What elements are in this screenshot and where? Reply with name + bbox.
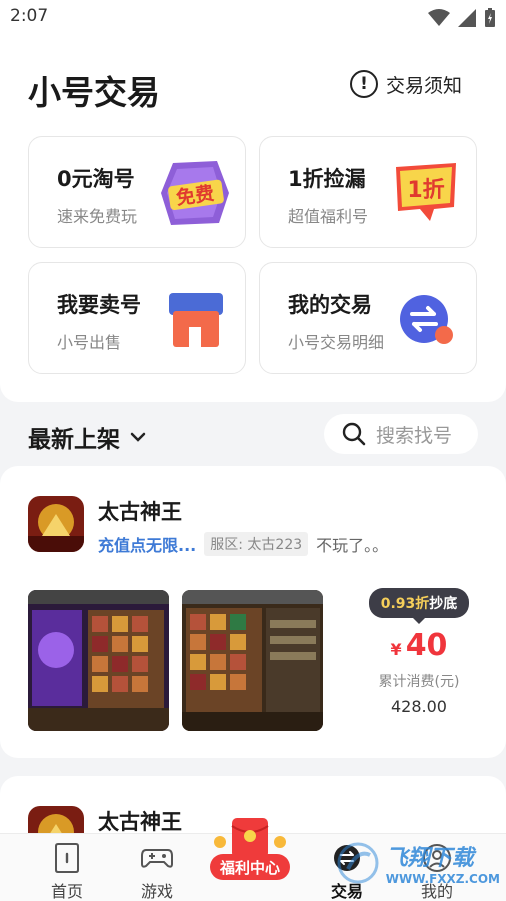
- sort-label: 最新上架: [28, 427, 120, 453]
- watermark-brand: 飞翔下载: [385, 846, 474, 871]
- gamepad-icon: [141, 849, 173, 868]
- screenshot-thumbnail[interactable]: [28, 590, 169, 731]
- tab-home[interactable]: 首页: [27, 838, 107, 901]
- search-placeholder: 搜索找号: [376, 424, 453, 447]
- status-icons: [428, 8, 496, 28]
- tab-games[interactable]: 游戏: [117, 838, 197, 901]
- search-input[interactable]: 搜索找号: [324, 414, 478, 454]
- screenshot-thumbnail[interactable]: [182, 590, 323, 731]
- tab-label: 福利中心: [210, 854, 290, 880]
- chevron-down-icon: [130, 432, 146, 442]
- price-area: 0.93折抄底 ¥40 累计消费(元) 428.00: [360, 588, 478, 716]
- tile-title: 我要卖号: [57, 293, 141, 317]
- game-icon: [28, 496, 84, 552]
- svg-text:1折: 1折: [407, 178, 444, 203]
- game-name: 太古神王: [98, 810, 182, 834]
- notice-label: 交易须知: [385, 74, 462, 97]
- watermark: 飞翔下载 WWW.FXXZ.COM: [336, 840, 500, 886]
- spent-value: 428.00: [391, 697, 447, 716]
- listing-card[interactable]: 太古神王 充值点无限... 服区: 太古223 不玩了。。 0.93折抄底 ¥ …: [0, 466, 506, 758]
- tile-discount-account[interactable]: 1折捡漏 超值福利号 1折: [259, 136, 477, 248]
- tile-title: 1折捡漏: [288, 167, 366, 191]
- tile-sell-account[interactable]: 我要卖号 小号出售: [28, 262, 246, 374]
- top-card: 小号交易 ! 交易须知 0元淘号 速来免费玩 免费 1折捡漏 超值福利号 1折 …: [0, 34, 506, 402]
- exclamation-circle-icon: !: [349, 70, 378, 98]
- tab-label: 游戏: [140, 882, 173, 901]
- bottom-tab-bar: 首页 游戏 福利中心 交易 我的 飞翔下载 WWW.FXXZ.COM: [0, 818, 506, 901]
- status-bar: 2:07: [0, 0, 506, 34]
- tab-label: 首页: [50, 882, 83, 901]
- page-title: 小号交易: [28, 73, 160, 112]
- tile-subtitle: 速来免费玩: [57, 207, 138, 226]
- listing-description: 充值点无限... 服区: 太古223 不玩了。。: [98, 532, 388, 556]
- filter-row: 最新上架 搜索找号: [0, 408, 506, 460]
- tile-subtitle: 小号交易明细: [288, 333, 385, 352]
- game-name: 太古神王: [98, 500, 182, 524]
- swap-icon: [400, 295, 453, 344]
- trade-notice-link[interactable]: ! 交易须知: [349, 70, 462, 98]
- tile-my-trades[interactable]: 我的交易 小号交易明细: [259, 262, 477, 374]
- shop-icon: [169, 293, 223, 347]
- search-icon: [342, 422, 366, 446]
- discount-badge: 0.93折抄底: [368, 588, 470, 624]
- watermark-logo-icon: [337, 842, 379, 884]
- tab-welfare-center[interactable]: 福利中心: [204, 812, 296, 898]
- listing-title: 充值点无限...: [98, 536, 197, 555]
- tile-title: 我的交易: [288, 293, 372, 317]
- battery-icon: [485, 8, 495, 27]
- sort-dropdown[interactable]: 最新上架: [28, 420, 146, 454]
- free-badge-icon: 免费: [161, 161, 229, 225]
- discount-badge-icon: 1折: [396, 163, 456, 221]
- signal-icon: [458, 9, 476, 27]
- tile-subtitle: 超值福利号: [288, 207, 369, 226]
- tile-title: 0元淘号: [57, 167, 135, 191]
- server-tag: 服区: 太古223: [204, 532, 309, 556]
- home-icon: [55, 843, 79, 873]
- tile-subtitle: 小号出售: [57, 333, 122, 352]
- status-time: 2:07: [10, 6, 49, 26]
- wifi-icon: [428, 9, 450, 26]
- tile-free-account[interactable]: 0元淘号 速来免费玩 免费: [28, 136, 246, 248]
- listing-note: 不玩了。。: [316, 536, 389, 555]
- price: ¥40: [390, 628, 448, 663]
- spent-label: 累计消费(元): [378, 674, 460, 690]
- watermark-url: WWW.FXXZ.COM: [385, 872, 500, 886]
